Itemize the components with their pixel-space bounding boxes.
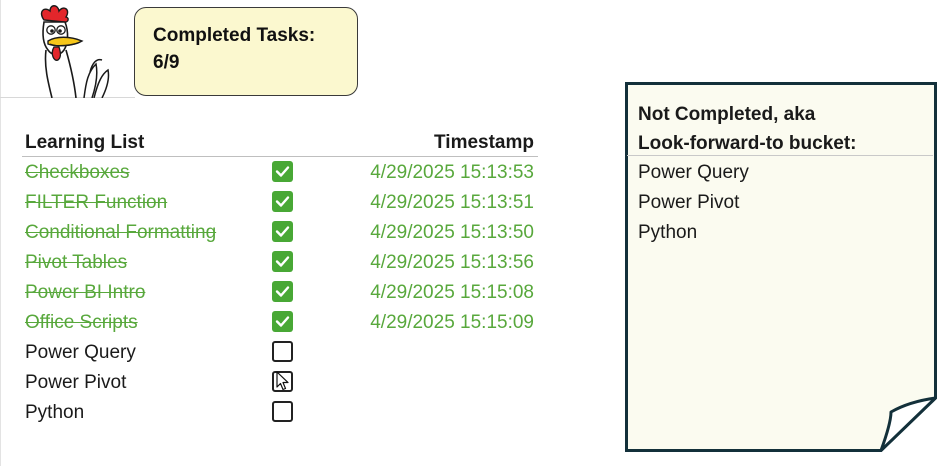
- list-row: Power Query: [22, 337, 538, 367]
- learning-list-header: Learning List Timestamp: [22, 126, 538, 157]
- note-title-line2: Look-forward-to bucket:: [638, 133, 857, 154]
- header-learning-list: Learning List: [25, 132, 145, 153]
- list-row: Pivot Tables 4/29/2025 15:13:56: [22, 247, 538, 277]
- task-checkbox[interactable]: [272, 161, 293, 182]
- task-timestamp: 4/29/2025 15:15:08: [370, 282, 534, 303]
- note-title-line1: Not Completed, aka: [638, 104, 816, 125]
- task-label: Conditional Formatting: [25, 222, 217, 243]
- task-timestamp: 4/29/2025 15:13:51: [370, 192, 534, 213]
- task-label: Power Query: [25, 342, 136, 363]
- note-item: Python: [638, 222, 698, 243]
- note-item: Power Query: [638, 162, 749, 183]
- task-label: Power Pivot: [25, 372, 127, 393]
- header-timestamp: Timestamp: [434, 132, 534, 153]
- task-label: Power BI Intro: [25, 282, 146, 303]
- list-row: Checkboxes 4/29/2025 15:13:53: [22, 157, 538, 187]
- checkmark-icon: [275, 286, 290, 297]
- task-timestamp: 4/29/2025 15:13:50: [370, 222, 534, 243]
- task-checkbox[interactable]: [272, 311, 293, 332]
- task-checkbox[interactable]: [272, 251, 293, 272]
- note-divider: [627, 155, 933, 156]
- mouse-cursor-icon: [276, 371, 289, 391]
- task-label: Office Scripts: [25, 312, 138, 333]
- completed-tasks-value: 6/9: [153, 52, 180, 73]
- checkmark-icon: [275, 166, 290, 177]
- task-timestamp: 4/29/2025 15:15:09: [370, 312, 534, 333]
- list-row: Power BI Intro 4/29/2025 15:15:08: [22, 277, 538, 307]
- task-checkbox[interactable]: [272, 341, 293, 362]
- list-row: FILTER Function 4/29/2025 15:13:51: [22, 187, 538, 217]
- task-checkbox[interactable]: [272, 221, 293, 242]
- list-row: Conditional Formatting 4/29/2025 15:13:50: [22, 217, 538, 247]
- task-label: Checkboxes: [25, 162, 130, 183]
- checkmark-icon: [275, 256, 290, 267]
- note-title: Not Completed, aka Look-forward-to bucke…: [638, 100, 922, 158]
- checkmark-icon: [275, 196, 290, 207]
- completed-tasks-box: Completed Tasks: 6/9: [134, 7, 358, 96]
- completed-tasks-label: Completed Tasks:: [153, 25, 316, 46]
- task-timestamp: 4/29/2025 15:13:56: [370, 252, 534, 273]
- checkmark-icon: [275, 316, 290, 327]
- task-checkbox[interactable]: [272, 281, 293, 302]
- task-label: Python: [25, 402, 85, 423]
- list-row: Python: [22, 397, 538, 427]
- note-items: Power Query Power Pivot Python: [638, 158, 749, 248]
- list-row: Office Scripts 4/29/2025 15:15:09: [22, 307, 538, 337]
- not-completed-note: Not Completed, aka Look-forward-to bucke…: [625, 82, 937, 452]
- note-item: Power Pivot: [638, 192, 740, 213]
- task-label: FILTER Function: [25, 192, 168, 213]
- checkmark-icon: [275, 226, 290, 237]
- task-label: Pivot Tables: [25, 252, 128, 273]
- task-checkbox[interactable]: [272, 191, 293, 212]
- task-timestamp: 4/29/2025 15:13:53: [370, 162, 534, 183]
- gridline-vertical: [0, 0, 1, 466]
- task-checkbox[interactable]: [272, 401, 293, 422]
- chicken-mascot-icon: [40, 5, 110, 98]
